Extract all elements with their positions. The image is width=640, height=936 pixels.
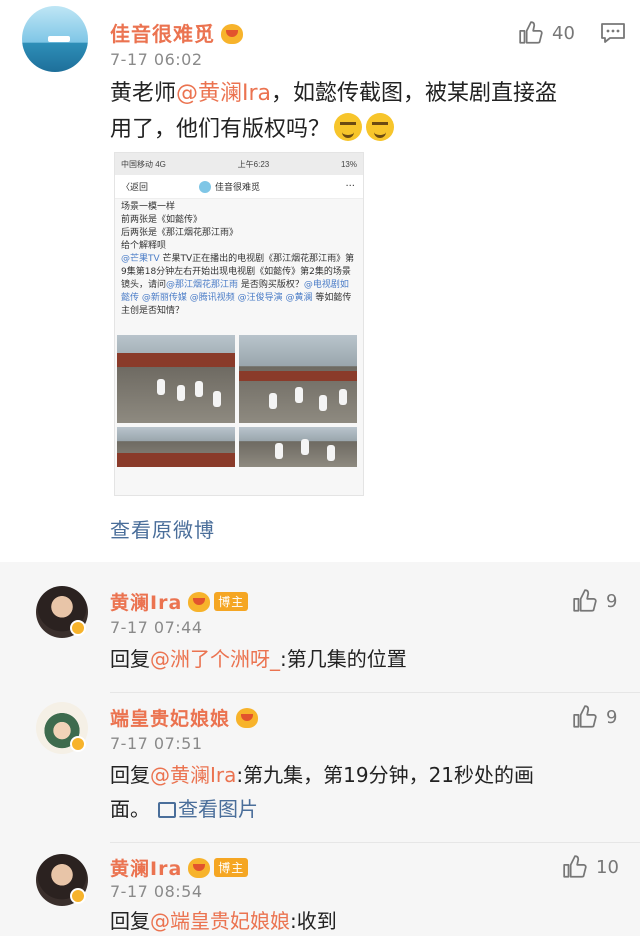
picture-icon <box>158 802 176 818</box>
mention-link[interactable]: @黄澜Ira <box>176 81 271 106</box>
mention-link[interactable]: @洲了个洲呀_ <box>150 647 280 671</box>
comment-timestamp: 7-17 07:44 <box>110 618 203 637</box>
comment-list: 黄澜Ira 博主 7-17 07:44 9 回复@洲了个洲呀_:第几集的位置 端皇… <box>0 562 640 936</box>
vip-crown-icon <box>188 592 211 612</box>
comment-timestamp: 7-17 07:51 <box>110 734 203 753</box>
embed-text: 场景一模一样 前两张是《如懿传》 后两张是《那江烟花那江雨》 给个解释呗 @芒果… <box>121 202 355 316</box>
host-badge: 博主 <box>214 592 249 611</box>
post-timestamp: 7-17 06:02 <box>110 50 203 69</box>
view-original-link[interactable]: 查看原微博 <box>110 514 215 543</box>
main-post: 佳音很难觅 7-17 06:02 40 黄老师@黄澜Ira，如懿传截图，被某剧直… <box>0 0 640 562</box>
comment-divider <box>110 842 640 843</box>
post-like-button[interactable]: 40 <box>518 20 575 46</box>
comment-like-button[interactable]: 9 <box>572 588 617 614</box>
grin-sweat-emoji-icon <box>334 113 363 141</box>
comment-text: 回复@黄澜Ira:第九集，第19分钟，21秒处的画 面。 查看图片 <box>110 763 535 821</box>
post-like-count: 40 <box>552 22 575 44</box>
comment-more-icon[interactable] <box>600 22 626 44</box>
post-username[interactable]: 佳音很难觅 <box>110 18 243 47</box>
verified-icon <box>70 620 86 636</box>
mention-link[interactable]: @端皇贵妃娘娘 <box>150 909 290 933</box>
scene-image <box>117 335 235 423</box>
comment-text: 回复@端皇贵妃娘娘:收到 <box>110 909 337 933</box>
comment-like-button[interactable]: 10 <box>562 854 619 880</box>
comment-divider <box>110 692 640 693</box>
scene-image <box>117 427 235 467</box>
scene-image <box>239 427 357 467</box>
post-avatar[interactable] <box>22 6 88 72</box>
embed-status-bar: 中国移动 4G 上午6:23 13% <box>115 153 363 175</box>
embed-image-grid <box>117 335 363 495</box>
vip-crown-icon <box>188 858 211 878</box>
thumbs-up-icon <box>573 589 597 612</box>
thumbs-up-icon <box>573 705 597 728</box>
comment-username[interactable]: 端皇贵妃娘娘 <box>110 704 259 731</box>
mention-link[interactable]: @黄澜Ira <box>150 763 236 787</box>
vip-crown-icon <box>236 708 259 728</box>
vip-crown-icon <box>221 24 243 44</box>
post-image[interactable]: 中国移动 4G 上午6:23 13% 〈返回 佳音很难觅 ··· 场景一模一样 … <box>114 152 364 496</box>
post-body: 黄老师@黄澜Ira，如懿传截图，被某剧直接盗 用了，他们有版权吗？ <box>110 81 558 142</box>
comment-timestamp: 7-17 08:54 <box>110 882 203 901</box>
embed-nav-bar: 〈返回 佳音很难觅 ··· <box>115 175 363 199</box>
host-badge: 博主 <box>214 858 249 877</box>
embed-back-button: 〈返回 <box>121 183 149 193</box>
embed-avatar-icon <box>199 180 211 193</box>
thumbs-up-icon <box>519 21 543 44</box>
embed-title: 佳音很难觅 <box>199 180 260 193</box>
verified-icon <box>70 888 86 904</box>
verified-icon <box>70 736 86 752</box>
scene-image <box>239 335 357 423</box>
embed-more-icon: ··· <box>345 181 355 192</box>
view-picture-link[interactable]: 查看图片 <box>158 797 258 821</box>
grin-sweat-emoji-icon <box>366 113 395 141</box>
comment-username[interactable]: 黄澜Ira 博主 <box>110 588 249 615</box>
comment-text: 回复@洲了个洲呀_:第几集的位置 <box>110 647 407 671</box>
comment-like-button[interactable]: 9 <box>572 704 617 730</box>
comment-username[interactable]: 黄澜Ira 博主 <box>110 854 249 881</box>
thumbs-up-icon <box>563 855 587 878</box>
